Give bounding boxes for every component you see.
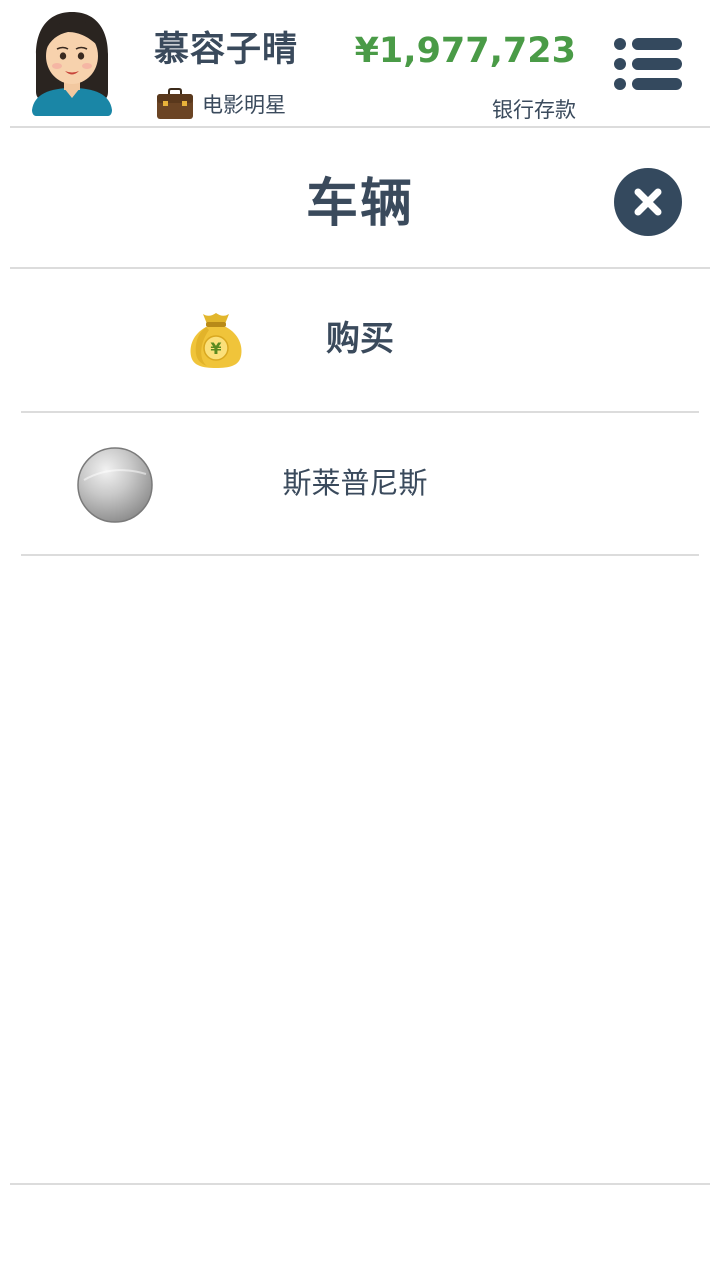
briefcase-icon — [157, 88, 193, 119]
player-status-header: 慕容子晴 电影明星 ¥1,977,723 银行存款 — [0, 0, 720, 127]
player-name: 慕容子晴 — [154, 30, 299, 70]
bank-balance-label: 银行存款 — [492, 98, 576, 122]
close-icon[interactable] — [614, 168, 682, 236]
avatar — [32, 12, 112, 116]
footer-divider — [10, 1183, 710, 1185]
buy-vehicle-button[interactable]: ¥ 购买 — [21, 270, 699, 410]
menu-list-icon[interactable] — [612, 36, 684, 92]
list-item[interactable]: 斯莱普尼斯 — [21, 413, 699, 554]
job-title: 电影明星 — [202, 93, 286, 117]
row-divider — [21, 554, 699, 556]
page-title: 车辆 — [305, 174, 414, 234]
job-row: 电影明星 — [156, 86, 286, 122]
bank-balance-amount: ¥1,977,723 — [354, 31, 576, 71]
buy-label: 购买 — [326, 319, 394, 359]
header-divider — [10, 126, 710, 128]
title-divider — [10, 267, 710, 269]
vehicle-name: 斯莱普尼斯 — [282, 466, 428, 500]
